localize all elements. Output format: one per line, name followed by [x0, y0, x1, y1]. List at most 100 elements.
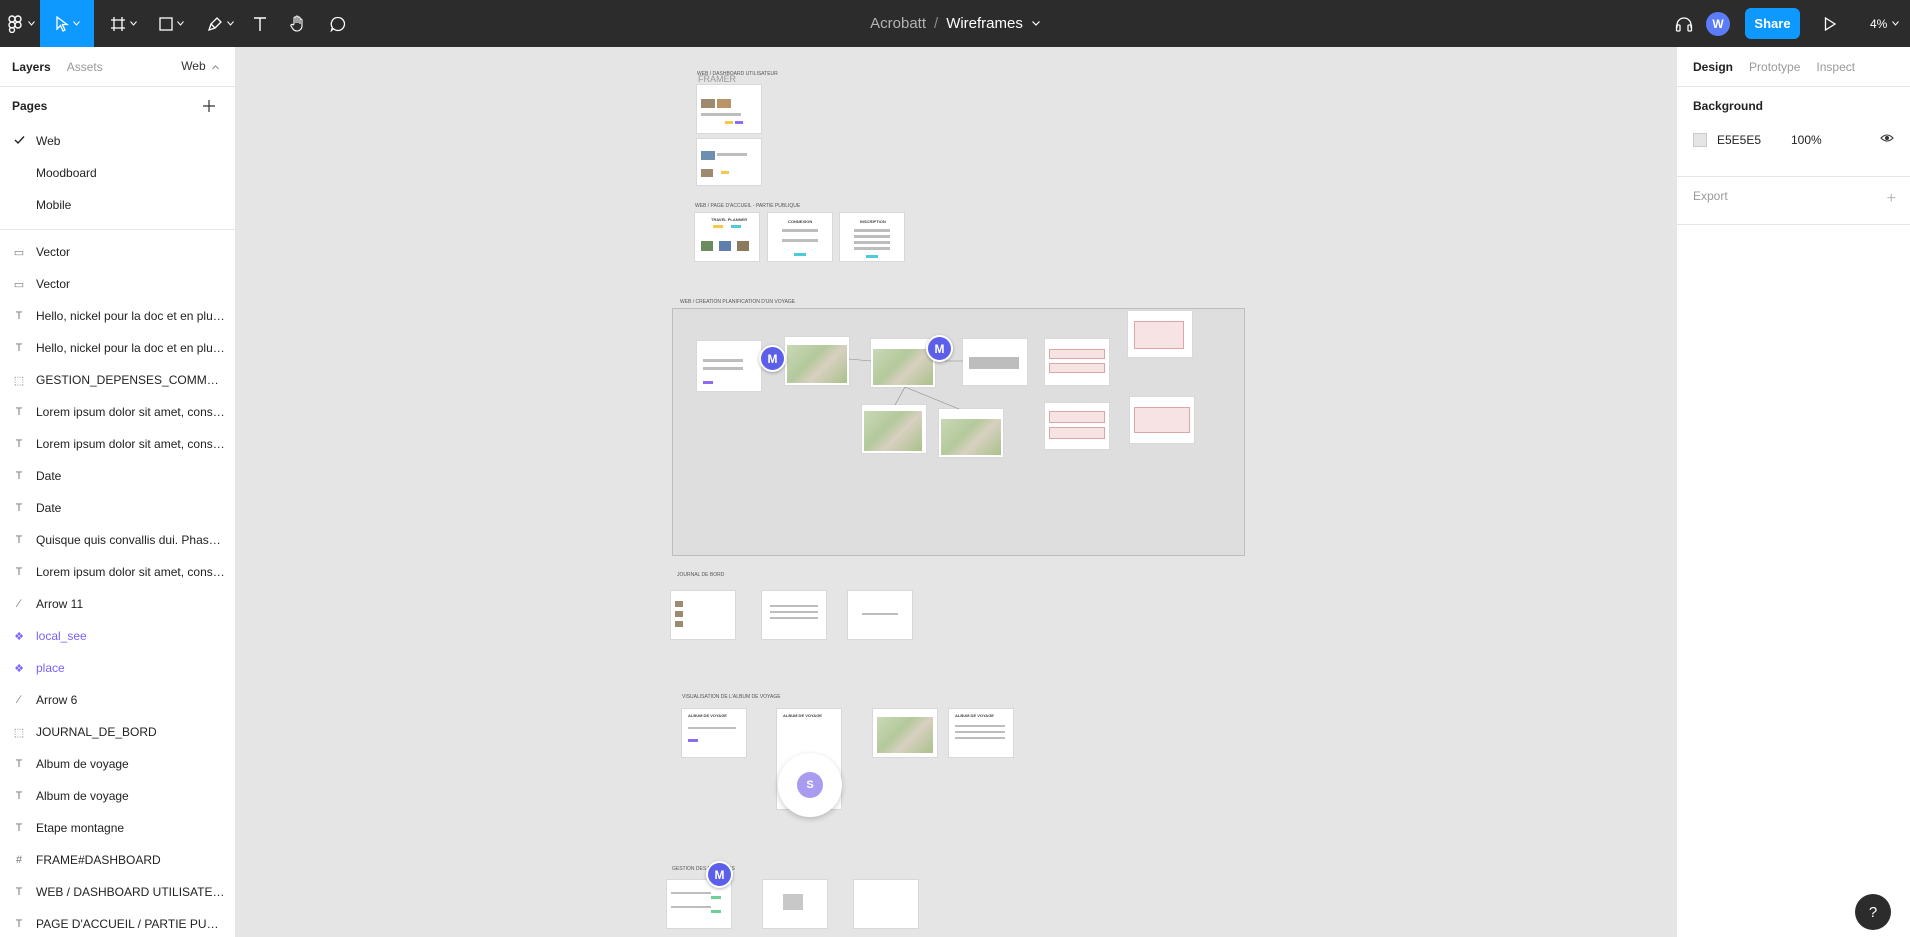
background-color-swatch[interactable] — [1693, 133, 1707, 147]
wireframe-connexion[interactable]: CONNEXION — [768, 213, 832, 261]
shape-tool-button[interactable] — [154, 0, 188, 47]
background-opacity-value[interactable]: 100% — [1791, 133, 1822, 147]
chevron-down-icon — [129, 21, 137, 26]
layer-item[interactable]: ▭ Vector — [0, 268, 235, 300]
layer-item[interactable]: # FRAME#DASHBOARD — [0, 844, 235, 876]
project-name[interactable]: Acrobatt — [870, 15, 926, 32]
layer-item[interactable]: ❖ local_see — [0, 620, 235, 652]
frame-heading: ALBUM DE VOYAGE — [955, 713, 994, 718]
share-button[interactable]: Share — [1745, 8, 1800, 39]
pages-list: Pages Web Moodboard Mobile — [0, 87, 235, 230]
layer-item[interactable]: ⬚ JOURNAL_DE_BORD — [0, 716, 235, 748]
pen-icon — [207, 16, 222, 31]
layer-item-label: Arrow 11 — [36, 597, 84, 611]
chevron-down-icon[interactable] — [1031, 21, 1040, 26]
hand-tool-button[interactable] — [286, 0, 310, 47]
layer-item[interactable]: T Hello, nickel pour la doc et en plus... — [0, 300, 235, 332]
frame-tool-button[interactable] — [106, 0, 140, 47]
text-icon: T — [15, 470, 23, 482]
eye-icon[interactable] — [1880, 133, 1894, 143]
wireframe-album-1[interactable]: ALBUM DE VOYAGE — [682, 709, 746, 757]
layer-item[interactable]: T Lorem ipsum dolor sit amet, conse... — [0, 396, 235, 428]
main-menu-button[interactable] — [0, 0, 40, 47]
tab-design[interactable]: Design — [1693, 60, 1733, 74]
zoom-control[interactable]: 4% — [1870, 0, 1900, 47]
layer-item[interactable]: ❖ place — [0, 652, 235, 684]
comment-tool-button[interactable] — [326, 0, 350, 47]
component-icon: ❖ — [14, 630, 24, 643]
frame-heading: ALBUM DE VOYAGE — [688, 713, 727, 718]
wireframe-journal-1[interactable] — [671, 591, 735, 639]
pen-tool-button[interactable] — [202, 0, 238, 47]
page-item-label: Web — [36, 134, 61, 148]
arrow-icon: ∕ — [18, 598, 20, 610]
page-item-web[interactable]: Web — [0, 125, 235, 157]
move-tool-button[interactable] — [40, 0, 94, 47]
layer-item-label: GESTION_DEPENSES_COMMUNES — [36, 373, 226, 387]
layer-item[interactable]: T Date — [0, 460, 235, 492]
tab-inspect[interactable]: Inspect — [1816, 60, 1855, 74]
wireframe-accueil[interactable]: TRAVEL PLANNER — [695, 213, 759, 261]
background-section: Background E5E5E5 100% — [1677, 87, 1910, 177]
wireframe-album-4[interactable]: ALBUM DE VOYAGE — [949, 709, 1013, 757]
layer-item-label: PAGE D'ACCUEIL / PARTIE PUBLI... — [36, 917, 226, 931]
layer-item[interactable]: T Lorem ipsum dolor sit amet, conse... — [0, 428, 235, 460]
layer-item[interactable]: T Quisque quis convallis dui. Phasell... — [0, 524, 235, 556]
text-icon: T — [15, 758, 23, 770]
top-toolbar: Acrobatt / Wireframes W Share 4% — [0, 0, 1910, 47]
layer-item-label: Lorem ipsum dolor sit amet, conse... — [36, 565, 226, 579]
layer-item[interactable]: ∕ Arrow 11 — [0, 588, 235, 620]
pages-title: Pages — [12, 99, 48, 113]
page-selector[interactable]: Web — [181, 59, 219, 73]
wireframe-gestion-3[interactable] — [854, 880, 918, 928]
add-export-icon[interactable]: + — [1887, 190, 1896, 208]
page-item-mobile[interactable]: Mobile — [0, 189, 235, 221]
layer-item[interactable]: T Album de voyage — [0, 780, 235, 812]
layer-item-label: local_see — [36, 629, 87, 643]
audio-button[interactable] — [1672, 0, 1696, 47]
arrow-icon: ∕ — [18, 694, 20, 706]
section-planification[interactable] — [672, 308, 1245, 556]
layer-item[interactable]: ⬚ GESTION_DEPENSES_COMMUNES — [0, 364, 235, 396]
chevron-down-icon — [176, 21, 184, 26]
wireframe-dashboard-2[interactable] — [697, 139, 761, 185]
layer-item[interactable]: T Date — [0, 492, 235, 524]
rectangle-icon — [158, 16, 173, 31]
layer-item[interactable]: T Lorem ipsum dolor sit amet, conse... — [0, 556, 235, 588]
wireframe-album-3[interactable] — [873, 709, 937, 757]
wireframe-journal-2[interactable] — [762, 591, 826, 639]
wireframe-gestion-2[interactable] — [763, 880, 827, 928]
page-item-moodboard[interactable]: Moodboard — [0, 157, 235, 189]
help-button[interactable]: ? — [1855, 894, 1891, 930]
layer-item[interactable]: ∕ Arrow 6 — [0, 684, 235, 716]
layer-item[interactable]: T PAGE D'ACCUEIL / PARTIE PUBLI... — [0, 908, 235, 937]
layer-item[interactable]: T Hello, nickel pour la doc et en plus... — [0, 332, 235, 364]
layer-item[interactable]: T Album de voyage — [0, 748, 235, 780]
text-tool-button[interactable] — [248, 0, 272, 47]
frame-heading: INSCRIPTION — [860, 219, 886, 224]
frame-heading: ALBUM DE VOYAGE — [783, 713, 822, 718]
layer-item[interactable]: T WEB / DASHBOARD UTILISATEUR — [0, 876, 235, 908]
add-page-icon[interactable] — [201, 98, 217, 114]
export-section: Export + — [1677, 177, 1910, 225]
present-button[interactable] — [1818, 0, 1842, 47]
design-canvas[interactable]: WEB / DASHBOARD UTILISATEUR FRAMER WEB /… — [237, 47, 1676, 937]
tab-prototype[interactable]: Prototype — [1749, 60, 1800, 74]
tab-assets[interactable]: Assets — [67, 60, 103, 74]
background-fill-row[interactable]: E5E5E5 100% — [1693, 131, 1894, 149]
user-avatar[interactable]: W — [1706, 12, 1730, 36]
file-name[interactable]: Wireframes — [946, 15, 1023, 32]
layer-item-label: Vector — [36, 245, 71, 259]
pages-header: Pages — [0, 87, 235, 125]
layer-item[interactable]: T Etape montagne — [0, 812, 235, 844]
wireframe-journal-3[interactable] — [848, 591, 912, 639]
background-hex-value[interactable]: E5E5E5 — [1717, 133, 1791, 147]
layer-item[interactable]: ▭ Vector — [0, 236, 235, 268]
layer-item-label: place — [36, 661, 65, 675]
vector-icon: ▭ — [13, 278, 25, 291]
wireframe-dashboard-1[interactable] — [697, 85, 761, 133]
tab-layers[interactable]: Layers — [12, 60, 51, 74]
text-icon: T — [15, 438, 23, 450]
wireframe-inscription[interactable]: INSCRIPTION — [840, 213, 904, 261]
layer-item-label: Arrow 6 — [36, 693, 78, 707]
